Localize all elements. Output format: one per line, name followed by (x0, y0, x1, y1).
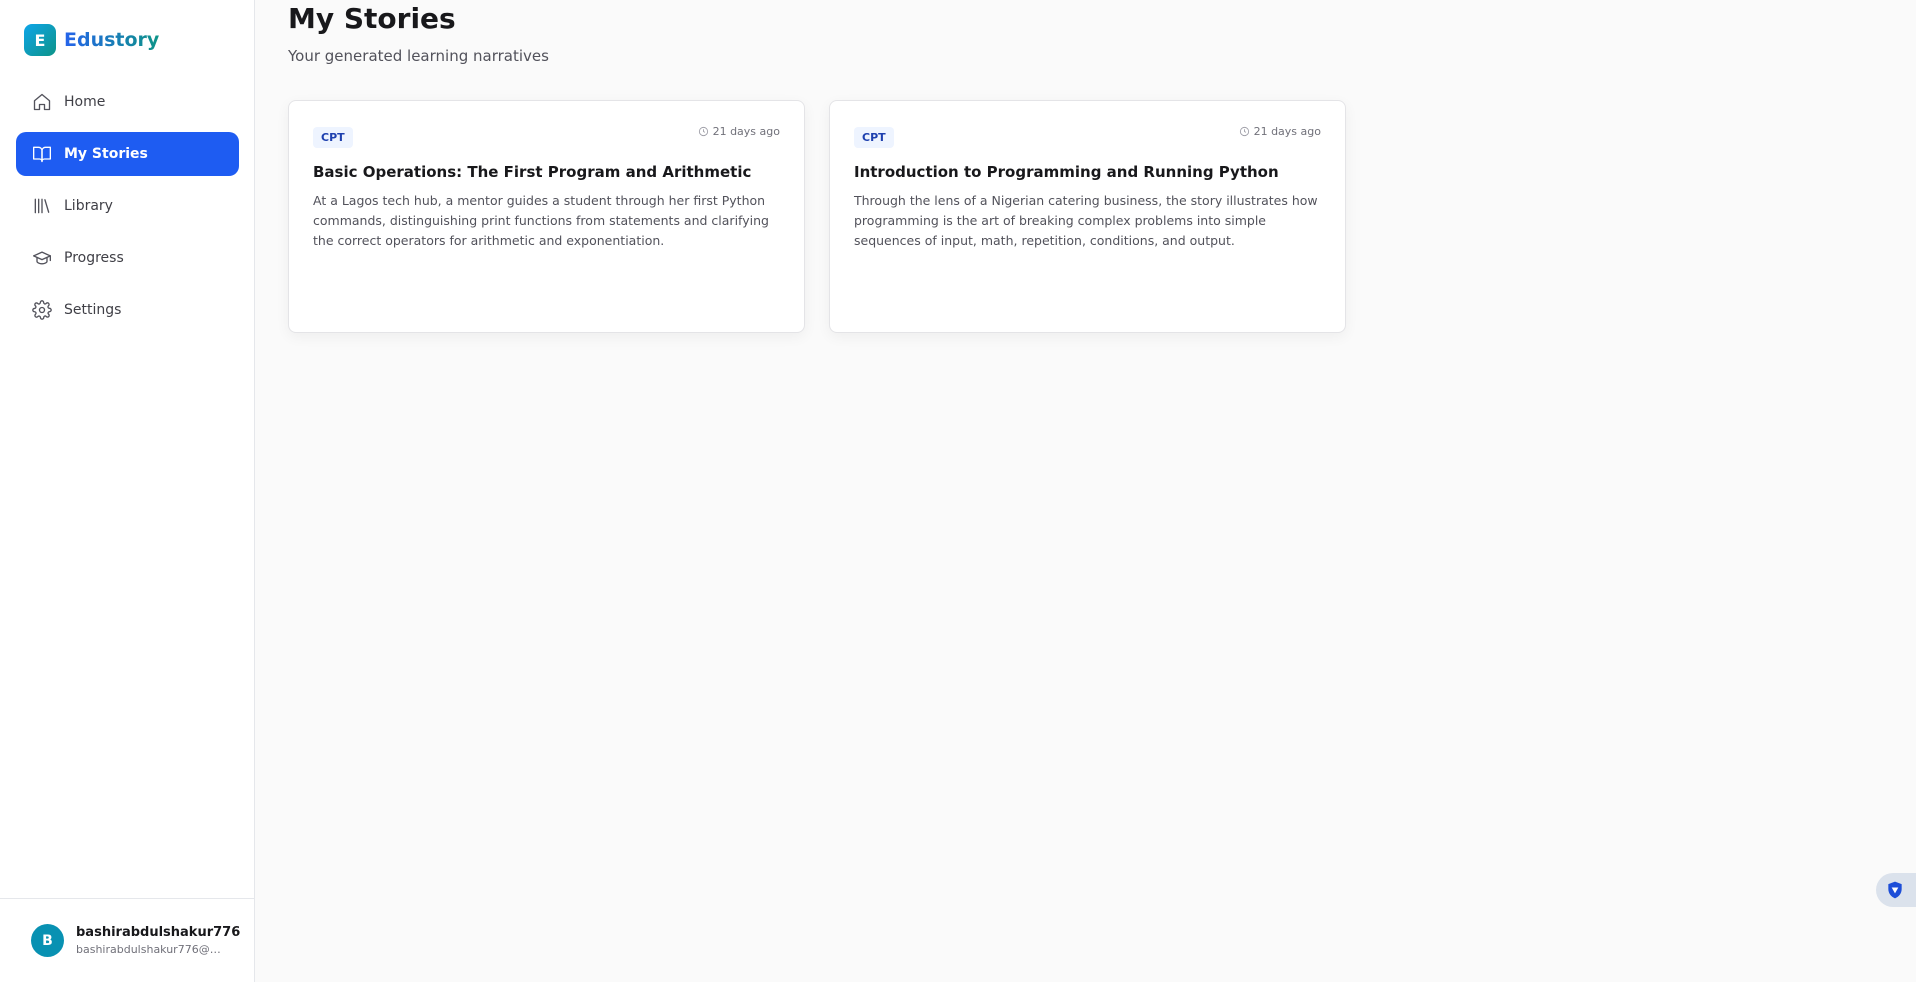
avatar: B (31, 924, 64, 957)
graduation-cap-icon (32, 248, 52, 268)
page-title: My Stories (288, 2, 456, 35)
story-title: Basic Operations: The First Program and … (313, 163, 752, 181)
sidebar-item-my-stories[interactable]: My Stories (16, 132, 239, 176)
story-time-label: 21 days ago (1253, 125, 1321, 138)
story-time-label: 21 days ago (712, 125, 780, 138)
security-extension-button[interactable] (1876, 873, 1916, 907)
story-description: At a Lagos tech hub, a mentor guides a s… (313, 193, 769, 248)
story-title: Introduction to Programming and Running … (854, 163, 1279, 181)
sidebar-item-label: Progress (64, 250, 124, 266)
sidebar: E Edustory Home My Stories Library Progr… (0, 0, 255, 982)
clock-icon (1239, 126, 1249, 137)
course-badge: CPT (854, 127, 894, 148)
course-badge: CPT (313, 127, 353, 148)
sidebar-item-label: My Stories (64, 146, 148, 162)
story-card[interactable]: CPT 21 days ago Introduction to Programm… (829, 100, 1346, 333)
sidebar-item-label: Home (64, 94, 106, 110)
sidebar-item-library[interactable]: Library (16, 184, 239, 228)
clock-icon (698, 126, 708, 137)
sidebar-item-settings[interactable]: Settings (16, 288, 239, 332)
library-icon (32, 196, 52, 216)
page-subtitle: Your generated learning narratives (288, 47, 549, 65)
brand-name: Edustory (64, 29, 160, 51)
brand-logo: E (24, 24, 56, 56)
user-info: bashirabdulshakur776 bashirabdulshakur77… (76, 925, 240, 956)
book-open-icon (32, 144, 52, 164)
sidebar-item-label: Library (64, 198, 113, 214)
sidebar-nav: Home My Stories Library Progress Setting… (16, 80, 239, 340)
story-timestamp: 21 days ago (698, 125, 780, 138)
sidebar-item-label: Settings (64, 302, 122, 318)
sidebar-item-home[interactable]: Home (16, 80, 239, 124)
user-profile[interactable]: B bashirabdulshakur776 bashirabdulshakur… (0, 898, 255, 982)
user-email: bashirabdulshakur776@gm... (76, 943, 221, 956)
story-description: Through the lens of a Nigerian catering … (854, 193, 1318, 248)
sidebar-item-progress[interactable]: Progress (16, 236, 239, 280)
story-card-header: CPT 21 days ago (854, 125, 1321, 148)
home-icon (32, 92, 52, 112)
story-timestamp: 21 days ago (1239, 125, 1321, 138)
shield-icon (1888, 881, 1902, 899)
story-card-header: CPT 21 days ago (313, 125, 780, 148)
gear-icon (32, 300, 52, 320)
brand[interactable]: E Edustory (24, 24, 159, 56)
story-card[interactable]: CPT 21 days ago Basic Operations: The Fi… (288, 100, 805, 333)
user-name: bashirabdulshakur776 (76, 925, 241, 940)
